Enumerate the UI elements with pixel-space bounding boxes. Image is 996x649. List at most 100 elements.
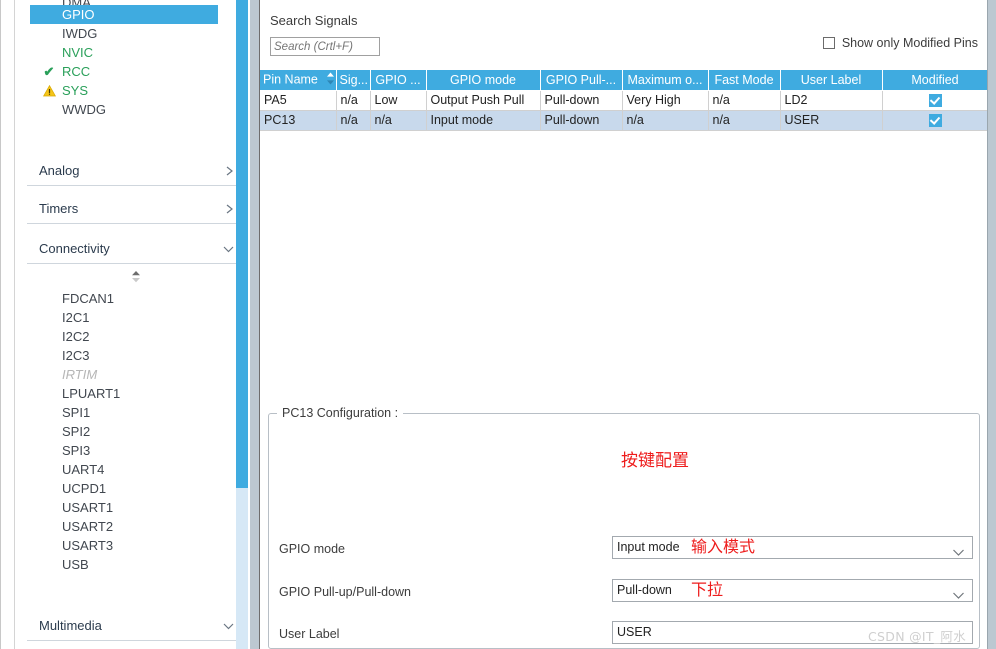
sidebar-group-multimedia[interactable]: Multimedia [27,611,243,641]
gpio-main-panel: Search Signals Show only Modified Pins P… [260,0,989,649]
chevron-down-icon [952,543,965,564]
table-header-row: Pin Name Sig... GPIO ... GPIO mode GPIO … [260,70,989,91]
peripheral-item-nvic[interactable]: NVIC [15,43,235,62]
sidebar-scrollbar-thumb[interactable] [236,0,248,488]
checked-checkbox-icon [928,114,942,128]
gpio-mode-value: Input mode [617,540,680,554]
connectivity-item-spi2[interactable]: SPI2 [27,422,243,441]
show-only-modified-pins-checkbox[interactable]: Show only Modified Pins [822,36,978,50]
gpio-mode-dropdown[interactable]: Input mode 输入模式 [612,536,973,559]
connectivity-item-label: USART1 [62,500,114,515]
cell-gpio-output-level: Low [370,90,427,111]
column-header-modified[interactable]: Modified [882,70,989,91]
connectivity-item-usart3[interactable]: USART3 [27,536,243,555]
column-header-pin-name[interactable]: Pin Name [260,70,337,91]
column-label: GPIO ... [375,72,421,87]
user-label-input[interactable]: USER CSDN @IT_阿水 [612,621,973,644]
cell-gpio-output-level: n/a [370,110,427,131]
peripheral-item-label: RCC [62,64,91,79]
cell-fast-mode: n/a [708,110,781,131]
connectivity-item-label: I2C2 [62,329,90,344]
connectivity-item-i2c2[interactable]: I2C2 [27,327,243,346]
connectivity-item-irtim[interactable]: IRTIM [27,365,243,384]
column-header-signal[interactable]: Sig... [336,70,371,91]
table-row[interactable]: PA5 n/a Low Output Push Pull Pull-down V… [260,90,989,111]
connectivity-item-label: SPI3 [62,443,91,458]
column-header-gpio-mode[interactable]: GPIO mode [426,70,541,91]
connectivity-item-label: UCPD1 [62,481,107,496]
column-label: Pin Name [263,72,318,87]
cell-modified[interactable] [882,90,989,111]
connectivity-item-ucpd1[interactable]: UCPD1 [27,479,243,498]
connectivity-item-i2c3[interactable]: I2C3 [27,346,243,365]
chevron-down-icon [952,586,965,607]
sidebar-group-connectivity[interactable]: Connectivity [27,234,243,264]
watermark-text: CSDN @IT_阿水 [868,629,966,644]
gpio-pull-dropdown[interactable]: Pull-down 下拉 [612,579,973,602]
peripheral-item-sys[interactable]: SYS [15,81,235,100]
connectivity-item-usb[interactable]: USB [27,555,243,574]
panel-splitter[interactable] [250,0,259,649]
cell-signal: n/a [336,110,371,131]
connectivity-item-label: IRTIM [62,367,98,382]
column-header-gpio-output-level[interactable]: GPIO ... [370,70,427,91]
group-header[interactable]: Multimedia [27,611,243,641]
check-icon: ✔ [43,64,55,79]
groupbox-legend: PC13 Configuration : [277,406,404,420]
connectivity-item-i2c1[interactable]: I2C1 [27,308,243,327]
connectivity-item-label: USART3 [62,538,114,553]
connectivity-item-usart2[interactable]: USART2 [27,517,243,536]
connectivity-item-spi1[interactable]: SPI1 [27,403,243,422]
peripheral-item-iwdg[interactable]: IWDG [15,24,235,43]
sidebar-group-timers[interactable]: Timers [27,194,243,224]
cell-gpio-pull: Pull-down [540,110,623,131]
column-label: Fast Mode [714,72,774,87]
column-header-maximum-output-speed[interactable]: Maximum o... [622,70,709,91]
connectivity-item-fdcan1[interactable]: FDCAN1 [27,289,243,308]
peripheral-item-rcc[interactable]: ✔ RCC [15,62,235,81]
connectivity-item-lpuart1[interactable]: LPUART1 [27,384,243,403]
sort-ascending-icon [326,72,335,88]
cell-modified[interactable] [882,110,989,131]
gpio-mode-label: GPIO mode [279,542,345,556]
peripheral-item-label: NVIC [62,45,94,60]
cell-pin-name: PA5 [260,90,337,111]
peripheral-item-wwdg[interactable]: WWDG [15,100,235,119]
gpio-pull-label: GPIO Pull-up/Pull-down [279,585,412,599]
annotation-pull-down: 下拉 [691,580,724,599]
cell-maximum-output-speed: Very High [622,90,709,111]
right-scrollbar-area[interactable] [988,0,996,649]
sidebar-group-analog[interactable]: Analog [27,156,243,186]
column-label: User Label [800,72,862,87]
group-header[interactable]: Timers [27,194,243,224]
column-header-user-label[interactable]: User Label [780,70,883,91]
column-header-gpio-pull[interactable]: GPIO Pull-... [540,70,623,91]
column-label: Maximum o... [627,72,703,87]
cell-signal: n/a [336,90,371,111]
connectivity-item-label: SPI1 [62,405,91,420]
group-header[interactable]: Analog [27,156,243,186]
chevron-down-icon [222,621,235,631]
cell-gpio-mode: Output Push Pull [426,90,541,111]
connectivity-item-spi3[interactable]: SPI3 [27,441,243,460]
column-label: GPIO mode [450,72,516,87]
checkbox-box[interactable] [822,37,835,49]
group-header[interactable]: Connectivity [27,234,243,264]
peripheral-item-gpio[interactable]: GPIO [30,5,218,24]
connectivity-item-usart1[interactable]: USART1 [27,498,243,517]
connectivity-item-uart4[interactable]: UART4 [27,460,243,479]
user-label-value: USER [617,625,652,639]
column-label: Sig... [339,72,369,87]
connectivity-item-label: LPUART1 [62,386,121,401]
list-scroll-spinner[interactable] [128,270,144,284]
user-label-label: User Label [279,627,340,641]
column-label: Modified [911,72,959,87]
chevron-down-icon [222,244,235,254]
pin-configuration-groupbox: PC13 Configuration : 按键配置 GPIO mode Inpu… [268,406,980,649]
search-input[interactable] [270,37,380,56]
warning-triangle-icon [41,81,57,100]
connectivity-item-label: USART2 [62,519,114,534]
cell-pin-name: PC13 [260,110,337,131]
column-header-fast-mode[interactable]: Fast Mode [708,70,781,91]
table-row[interactable]: PC13 n/a n/a Input mode Pull-down n/a n/… [260,110,989,131]
